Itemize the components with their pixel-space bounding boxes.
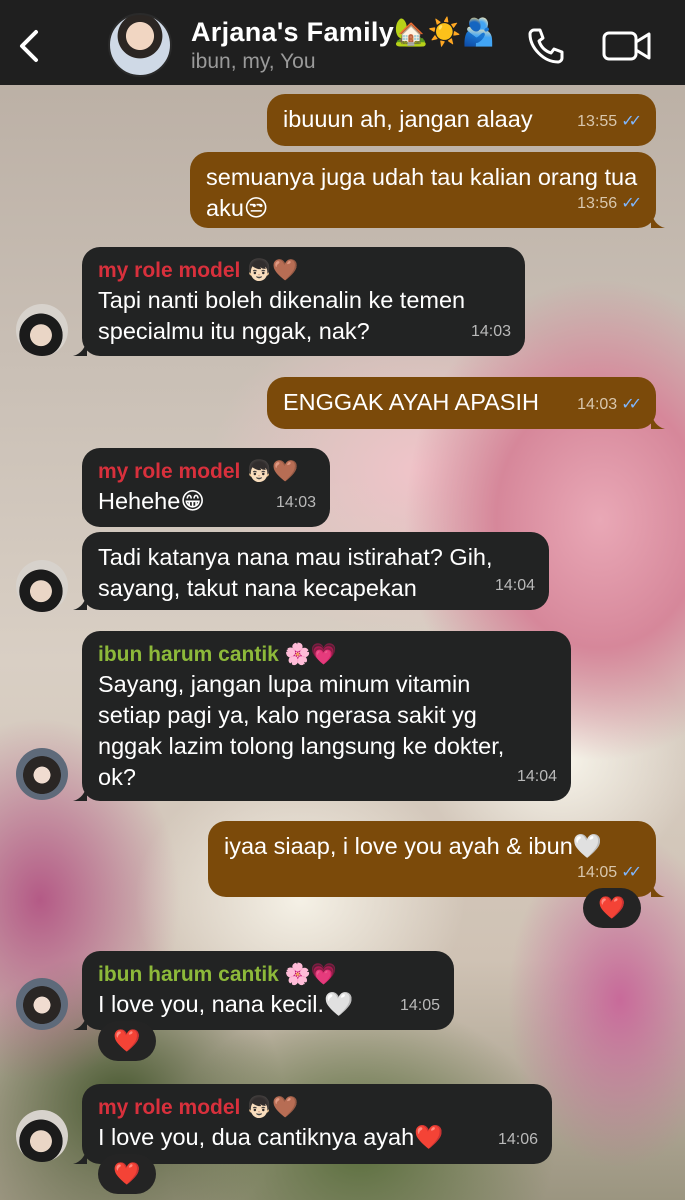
back-icon[interactable] [16, 28, 42, 64]
heart-reaction-icon: ❤️ [113, 1028, 141, 1053]
message-timestamp: 14:05 ✓✓ [577, 857, 642, 888]
message-text: Sayang, jangan lupa minum vitamin setiap… [98, 671, 505, 790]
sender-name[interactable]: my role model 👦🏻🤎 [98, 257, 509, 285]
message-text: Tapi nanti boleh dikenalin ke temen spec… [98, 287, 466, 344]
message-text: semuanya juga udah tau kalian orang tua … [206, 164, 638, 221]
bubble-tail [73, 594, 87, 610]
message-text: I love you, dua cantiknya ayah❤️ [98, 1124, 444, 1150]
avatar[interactable] [16, 978, 68, 1030]
message-incoming[interactable]: ibun harum cantik 🌸💗 I love you, nana ke… [73, 951, 454, 1030]
double-check-icon: ✓✓ [621, 864, 642, 881]
bubble-tail [73, 340, 87, 356]
message-timestamp: 14:03 [470, 323, 511, 340]
reaction-badge[interactable]: ❤️ [98, 1154, 156, 1194]
message-text: ibuuun ah, jangan alaay [283, 106, 533, 132]
sender-name[interactable]: ibun harum cantik 🌸💗 [98, 961, 438, 989]
double-check-icon: ✓✓ [621, 113, 642, 130]
message-incoming[interactable]: ibun harum cantik 🌸💗 Sayang, jangan lupa… [73, 631, 571, 801]
message-text: Tadi katanya nana mau istirahat? Gih, sa… [98, 544, 493, 601]
message-timestamp: 14:05 [399, 997, 440, 1014]
message-incoming[interactable]: my role model 👦🏻🤎 I love you, dua cantik… [73, 1084, 552, 1164]
bubble-tail [73, 785, 87, 801]
message-outgoing[interactable]: ibuuun ah, jangan alaay 13:55 ✓✓ [267, 94, 656, 146]
avatar[interactable] [16, 304, 68, 356]
message-timestamp: 14:04 [516, 768, 557, 785]
message-timestamp: 14:04 [494, 577, 535, 594]
message-outgoing[interactable]: ENGGAK AYAH APASIH 14:03 ✓✓ [267, 377, 665, 429]
sender-name[interactable]: ibun harum cantik 🌸💗 [98, 641, 555, 669]
group-info[interactable]: Arjana's Family🏡☀️🫂 ibun, my, You [191, 16, 496, 74]
message-text: I love you, nana kecil.🤍 [98, 991, 354, 1017]
message-outgoing[interactable]: iyaa siaap, i love you ayah & ibun🤍 14:0… [208, 821, 665, 897]
group-title: Arjana's Family🏡☀️🫂 [191, 17, 496, 47]
message-timestamp: 13:56 ✓✓ [577, 188, 642, 219]
reaction-badge[interactable]: ❤️ [98, 1021, 156, 1061]
message-incoming[interactable]: my role model 👦🏻🤎 Tapi nanti boleh diken… [73, 247, 525, 356]
avatar[interactable] [16, 560, 68, 612]
bubble-tail [651, 212, 665, 228]
chat-header: Arjana's Family🏡☀️🫂 ibun, my, You [0, 0, 685, 85]
reaction-badge[interactable]: ❤️ [583, 888, 641, 928]
sender-name[interactable]: my role model 👦🏻🤎 [98, 1094, 536, 1122]
message-timestamp: 14:06 [497, 1131, 538, 1148]
message-timestamp: 13:55 ✓✓ [577, 106, 642, 137]
heart-reaction-icon: ❤️ [598, 895, 626, 920]
message-timestamp: 14:03 ✓✓ [577, 389, 642, 420]
double-check-icon: ✓✓ [621, 195, 642, 212]
group-avatar[interactable] [108, 13, 172, 77]
double-check-icon: ✓✓ [621, 396, 642, 413]
sender-name[interactable]: my role model 👦🏻🤎 [98, 458, 314, 486]
message-incoming[interactable]: Tadi katanya nana mau istirahat? Gih, sa… [73, 532, 549, 610]
message-text: ENGGAK AYAH APASIH [283, 389, 539, 415]
bubble-tail [651, 881, 665, 897]
message-outgoing[interactable]: semuanya juga udah tau kalian orang tua … [190, 152, 665, 228]
heart-reaction-icon: ❤️ [113, 1161, 141, 1186]
group-members: ibun, my, You [191, 50, 316, 73]
bubble-tail [73, 1148, 87, 1164]
avatar[interactable] [16, 748, 68, 800]
video-camera-icon[interactable] [602, 30, 652, 62]
bubble-tail [651, 413, 665, 429]
message-incoming[interactable]: my role model 👦🏻🤎 Hehehe😁 14:03 [82, 448, 330, 527]
message-timestamp: 14:03 [275, 494, 316, 511]
bubble-tail [73, 1014, 87, 1030]
avatar[interactable] [16, 1110, 68, 1162]
phone-icon[interactable] [526, 26, 566, 66]
